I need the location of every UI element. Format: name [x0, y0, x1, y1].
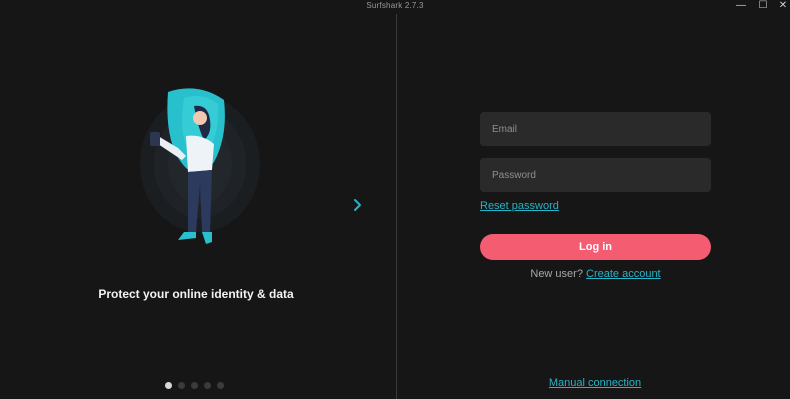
close-button[interactable]: ✕ [772, 0, 790, 12]
maximize-icon: ☐ [758, 0, 768, 11]
chevron-right-icon [354, 199, 361, 211]
reset-password-link[interactable]: Reset password [480, 200, 559, 212]
next-slide-button[interactable] [350, 196, 366, 214]
slide-dot-4[interactable] [204, 382, 211, 389]
manual-connection-link[interactable]: Manual connection [397, 377, 790, 389]
slide-dot-3[interactable] [191, 382, 198, 389]
slide-indicator [165, 382, 224, 389]
new-user-label: New user? [530, 268, 587, 280]
onboarding-panel: Protect your online identity & data [0, 14, 396, 399]
minimize-icon: — [736, 0, 746, 11]
minimize-button[interactable]: — [730, 0, 752, 12]
close-icon: ✕ [778, 0, 788, 11]
signup-row: New user? Create account [480, 268, 711, 280]
title-bar: Surfshark 2.7.3 — ☐ ✕ [0, 0, 790, 14]
app-window: Surfshark 2.7.3 — ☐ ✕ Protect your onlin… [0, 0, 790, 399]
password-field[interactable] [480, 158, 711, 192]
shield-person-illustration [140, 88, 260, 244]
maximize-button[interactable]: ☐ [752, 0, 774, 12]
slide-dot-5[interactable] [217, 382, 224, 389]
login-panel: Reset password Log in New user? Create a… [397, 14, 790, 399]
window-title: Surfshark 2.7.3 [366, 1, 424, 10]
login-button[interactable]: Log in [480, 234, 711, 260]
slide-caption: Protect your online identity & data [98, 287, 294, 301]
create-account-link[interactable]: Create account [586, 268, 661, 280]
email-field[interactable] [480, 112, 711, 146]
slide-dot-2[interactable] [178, 382, 185, 389]
slide-dot-1[interactable] [165, 382, 172, 389]
